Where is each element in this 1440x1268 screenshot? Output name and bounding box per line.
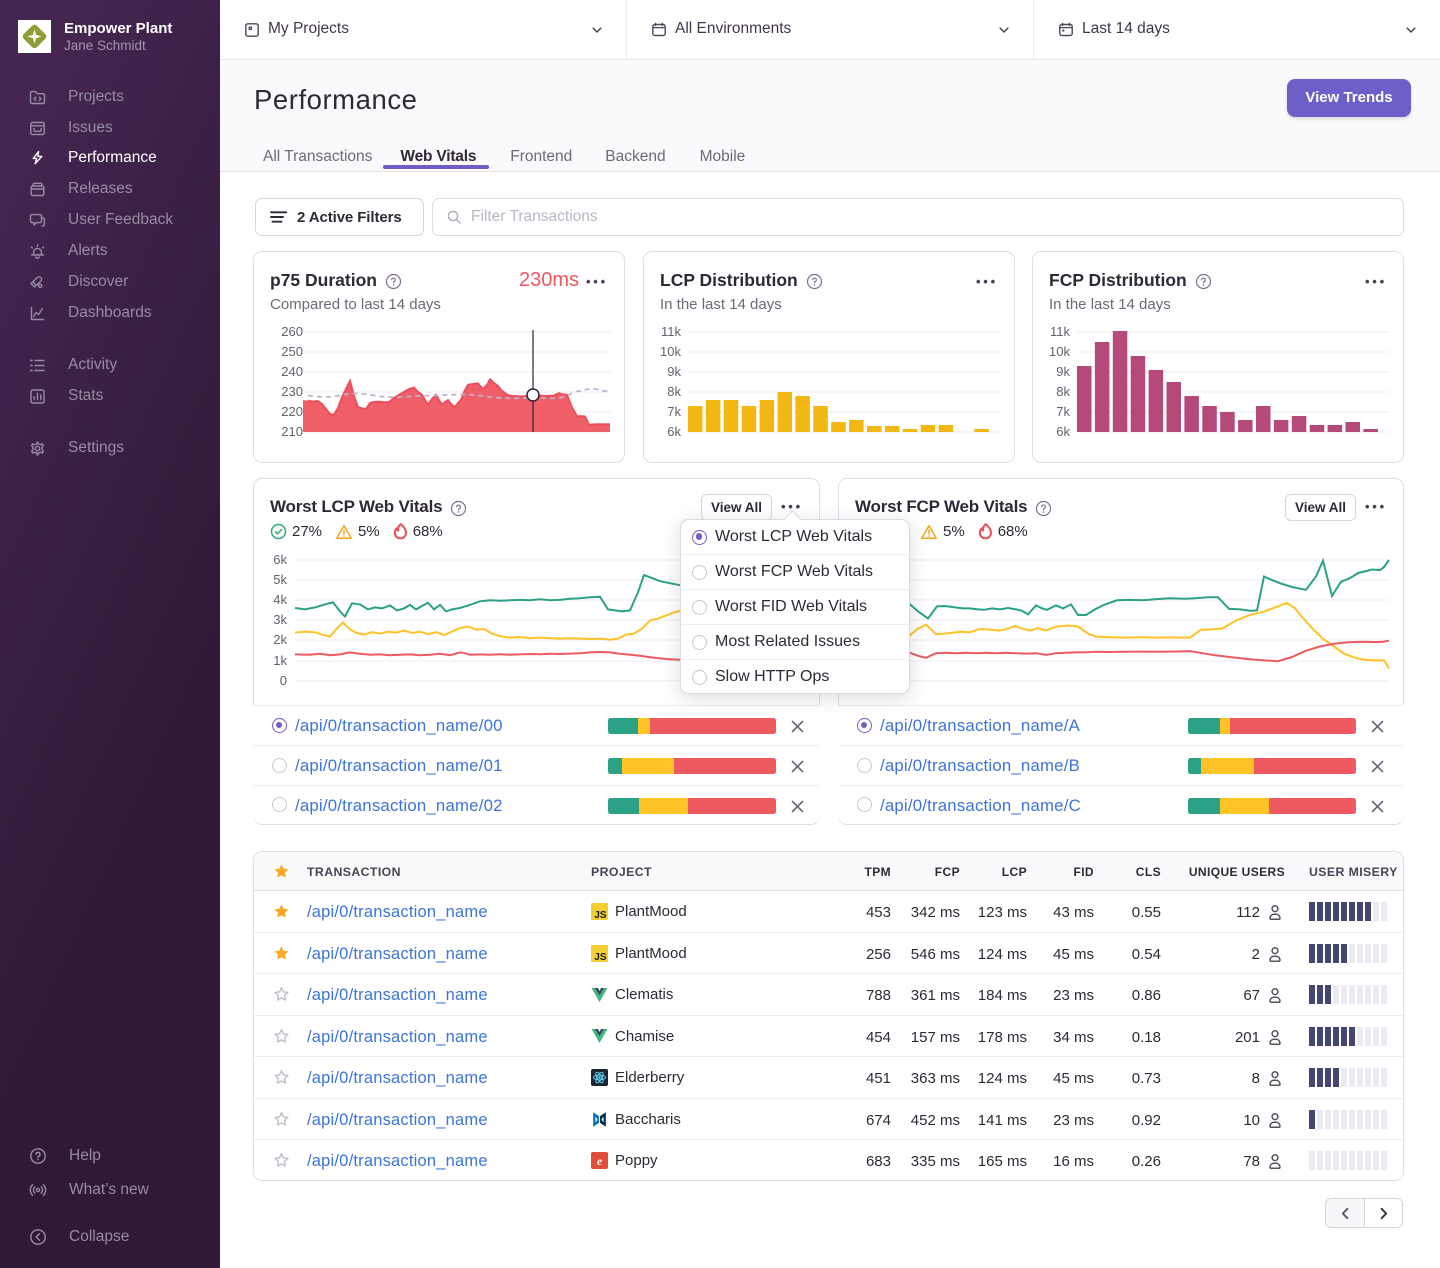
svg-text:4k: 4k [273,592,287,607]
svg-text:6k: 6k [273,552,287,567]
svg-text:3k: 3k [273,612,287,627]
svg-text:1k: 1k [273,653,287,668]
svg-text:2k: 2k [273,632,287,647]
svg-text:e: e [597,1154,603,1168]
svg-text:JS: JS [594,952,607,962]
svg-text:0: 0 [280,673,287,688]
svg-text:5k: 5k [273,572,287,587]
svg-text:JS: JS [594,910,607,920]
